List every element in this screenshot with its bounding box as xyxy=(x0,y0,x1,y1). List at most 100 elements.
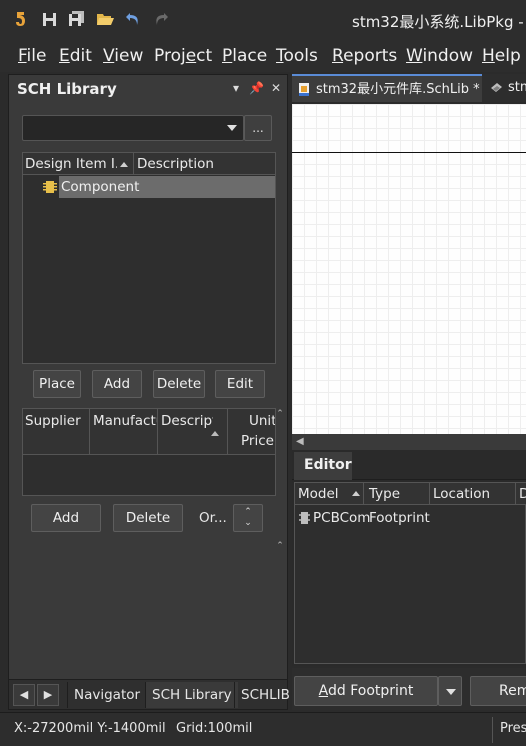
sort-ascending-icon xyxy=(120,162,128,167)
supplier-list[interactable]: Supplier Manufactu Descript Unit Price xyxy=(22,408,276,496)
menu-window[interactable]: Window xyxy=(406,46,473,66)
editor-tab-bar: Editor xyxy=(292,450,526,480)
panel-title: SCH Library xyxy=(17,80,117,98)
column-description[interactable]: Descript xyxy=(161,413,213,429)
column-separator xyxy=(157,409,158,455)
column-model[interactable]: Model xyxy=(298,486,339,502)
table-row[interactable]: PCBCom Footprint xyxy=(295,507,526,529)
menu-file[interactable]: File xyxy=(18,46,46,66)
menu-view[interactable]: View xyxy=(103,46,143,66)
open-folder-icon[interactable] xyxy=(96,10,114,28)
tab-schlib[interactable]: SCHLIB xyxy=(234,682,296,708)
save-icon[interactable] xyxy=(40,10,58,28)
scroll-left-icon[interactable]: ◀ xyxy=(296,436,304,447)
tab-second-document[interactable]: stm xyxy=(484,74,526,102)
edit-button[interactable]: Edit xyxy=(215,370,265,398)
status-separator xyxy=(492,717,493,743)
column-separator xyxy=(515,483,516,505)
horizontal-scrollbar[interactable]: ◀ xyxy=(292,434,526,450)
close-icon[interactable]: ✕ xyxy=(269,81,283,95)
title-bar: stm32最小系统.LibPkg - A xyxy=(0,0,526,38)
column-separator xyxy=(227,409,228,455)
document-tab-label: stm xyxy=(508,80,526,95)
collapse-up-icon[interactable]: ⌃ xyxy=(275,409,285,419)
status-bar: X:-27200mil Y:-1400mil Grid:100mil Pres xyxy=(0,712,526,746)
column-separator xyxy=(89,409,90,455)
delete-button[interactable]: Delete xyxy=(153,370,205,398)
panel-menu-icon[interactable]: ▾ xyxy=(229,81,243,95)
model-list-header: Model Type Location D xyxy=(295,483,526,505)
collapse-up-icon[interactable]: ⌃ xyxy=(275,541,285,551)
supplier-list-header: Supplier Manufactu Descript Unit Price xyxy=(23,409,275,455)
column-separator xyxy=(429,483,430,505)
tab-editor[interactable]: Editor xyxy=(294,452,352,480)
redo-icon[interactable] xyxy=(152,10,170,28)
menu-place[interactable]: Place xyxy=(222,46,267,66)
panel-tab-strip: ◀ ▶ Navigator SCH Library SCHLIB xyxy=(9,679,290,709)
library-filter-combo[interactable] xyxy=(22,115,244,141)
sort-ascending-icon xyxy=(211,431,219,436)
column-separator xyxy=(363,483,364,505)
place-button[interactable]: Place xyxy=(33,370,81,398)
list-item-component[interactable]: Component xyxy=(23,176,275,198)
column-separator xyxy=(133,153,134,175)
footprint-icon xyxy=(299,512,310,524)
column-manufacturer[interactable]: Manufactu xyxy=(93,413,157,429)
menu-help[interactable]: Help xyxy=(482,46,521,66)
schematic-canvas[interactable] xyxy=(292,104,526,434)
add-footprint-button[interactable]: Add Footprint xyxy=(294,676,438,706)
column-unit[interactable]: Unit xyxy=(249,413,275,429)
menu-bar: File Edit View Project Place Tools Repor… xyxy=(0,38,526,72)
canvas-axis-line xyxy=(292,152,526,153)
document-tab-label: stm32最小元件库.SchLib * xyxy=(316,82,480,97)
status-right-text: Pres xyxy=(500,721,526,736)
supplier-add-button[interactable]: Add xyxy=(31,504,101,532)
column-supplier[interactable]: Supplier xyxy=(25,413,89,429)
panel-header: SCH Library ▾ 📌 ✕ xyxy=(9,75,287,103)
add-footprint-dropdown[interactable] xyxy=(438,676,462,706)
tab-navigator[interactable]: Navigator xyxy=(67,682,146,708)
supplier-delete-button[interactable]: Delete xyxy=(113,504,183,532)
window-title: stm32最小系统.LibPkg - A xyxy=(352,13,526,31)
cursor-coordinates: X:-27200mil Y:-1400mil xyxy=(14,721,166,736)
add-button[interactable]: Add xyxy=(92,370,142,398)
document-tabs: stm32最小元件库.SchLib * stm xyxy=(292,74,526,102)
order-stepper[interactable]: ⌃ ⌄ xyxy=(233,504,263,532)
tab-scroll-right-icon[interactable]: ▶ xyxy=(37,684,59,706)
browse-button[interactable]: ... xyxy=(244,115,272,141)
column-type[interactable]: Type xyxy=(369,486,400,502)
column-d[interactable]: D xyxy=(519,486,526,502)
undo-icon[interactable] xyxy=(124,10,142,28)
component-icon xyxy=(43,181,57,193)
sort-ascending-icon xyxy=(352,491,360,496)
column-design-item[interactable]: Design Item I... xyxy=(25,153,117,175)
menu-edit[interactable]: Edit xyxy=(59,46,92,66)
menu-tools[interactable]: Tools xyxy=(276,46,318,66)
tab-sch-library[interactable]: SCH Library xyxy=(145,682,238,708)
component-name: Component xyxy=(61,179,140,195)
remove-button[interactable]: Rem xyxy=(470,676,526,706)
model-list[interactable]: Model Type Location D PCBCom Footprint xyxy=(294,482,526,664)
sch-library-panel: SCH Library ▾ 📌 ✕ ... Design Item I... D… xyxy=(8,74,290,710)
editor-buttons: Add Footprint Rem xyxy=(292,668,526,710)
tab-scroll-left-icon[interactable]: ◀ xyxy=(13,684,35,706)
pin-icon[interactable]: 📌 xyxy=(249,81,264,95)
pcblib-file-icon xyxy=(491,83,502,92)
column-location[interactable]: Location xyxy=(433,486,490,502)
editor-panel: Editor Model Type Location D PCBCom Foot… xyxy=(292,450,526,666)
component-list[interactable]: Design Item I... Description Component xyxy=(22,152,276,364)
tab-schlib-document[interactable]: stm32最小元件库.SchLib * xyxy=(292,74,482,102)
column-price[interactable]: Price xyxy=(241,433,275,449)
order-label[interactable]: Or... xyxy=(199,510,227,526)
menu-project[interactable]: Project xyxy=(154,46,212,66)
app-logo-icon[interactable] xyxy=(12,10,30,28)
chevron-down-icon xyxy=(446,689,456,695)
menu-reports[interactable]: Reports xyxy=(332,46,397,66)
chevron-down-icon xyxy=(227,125,237,131)
column-description[interactable]: Description xyxy=(137,153,273,175)
save-all-icon[interactable] xyxy=(68,10,86,28)
grid-size: Grid:100mil xyxy=(176,721,253,736)
schlib-file-icon xyxy=(299,83,309,96)
component-list-header: Design Item I... Description xyxy=(23,153,275,175)
model-name: PCBCom xyxy=(313,510,371,526)
